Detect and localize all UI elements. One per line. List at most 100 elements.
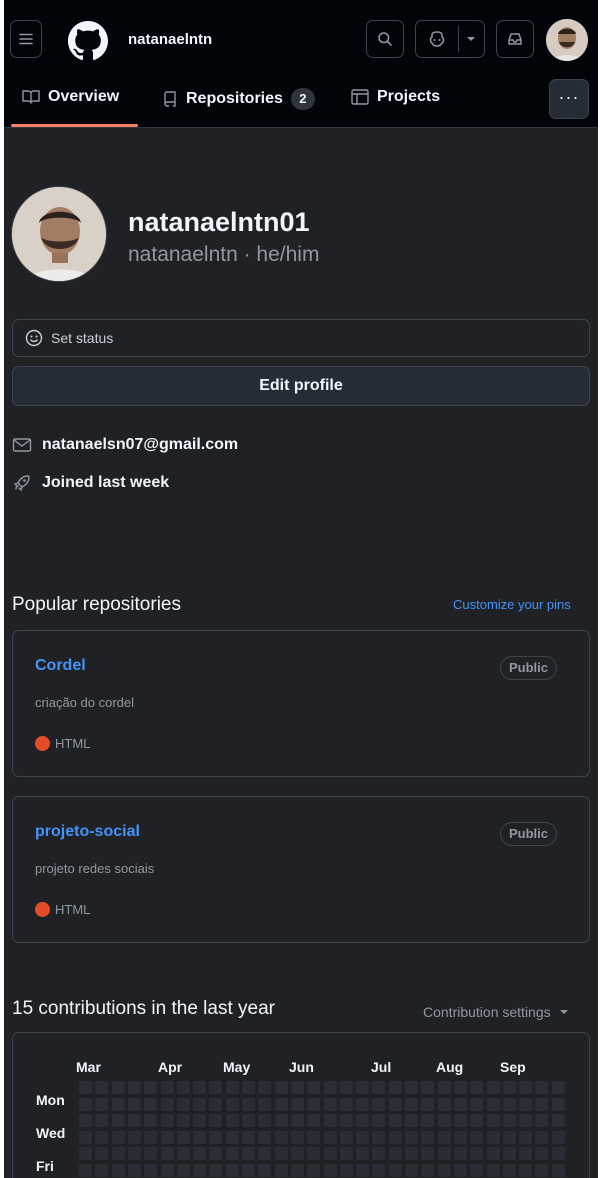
contribution-cell[interactable]: [356, 1081, 370, 1094]
tab-overview[interactable]: Overview: [22, 88, 119, 106]
contribution-cell[interactable]: [372, 1147, 386, 1160]
contribution-cell[interactable]: [258, 1097, 272, 1111]
contribution-cell[interactable]: [95, 1114, 109, 1127]
contribution-cell[interactable]: [193, 1163, 207, 1177]
contribution-cell[interactable]: [339, 1147, 353, 1160]
contribution-cell[interactable]: [323, 1163, 337, 1177]
contribution-cell[interactable]: [79, 1081, 92, 1094]
contribution-cell[interactable]: [242, 1130, 255, 1144]
contribution-cell[interactable]: [470, 1130, 484, 1144]
username-link[interactable]: natanaelntn: [128, 31, 212, 48]
contribution-cell[interactable]: [388, 1147, 402, 1160]
contribution-cell[interactable]: [274, 1114, 288, 1127]
contribution-cell[interactable]: [339, 1097, 353, 1111]
contribution-cell[interactable]: [339, 1081, 353, 1094]
contribution-cell[interactable]: [258, 1114, 272, 1127]
inbox-button[interactable]: [496, 20, 534, 58]
contribution-settings-dropdown[interactable]: Contribution settings: [423, 1004, 569, 1020]
contribution-cell[interactable]: [290, 1097, 304, 1111]
contribution-cell[interactable]: [193, 1097, 207, 1111]
contribution-cell[interactable]: [470, 1114, 484, 1127]
contribution-cell[interactable]: [470, 1147, 484, 1160]
contribution-cell[interactable]: [535, 1147, 549, 1160]
contribution-cell[interactable]: [127, 1081, 141, 1094]
contribution-cell[interactable]: [111, 1147, 125, 1160]
contribution-cell[interactable]: [127, 1130, 141, 1144]
contribution-cell[interactable]: [388, 1130, 402, 1144]
contribution-cell[interactable]: [519, 1097, 533, 1111]
contribution-cell[interactable]: [551, 1163, 565, 1177]
github-logo-icon[interactable]: [68, 21, 108, 61]
contribution-cell[interactable]: [551, 1147, 565, 1160]
contribution-cell[interactable]: [225, 1114, 239, 1127]
contribution-cell[interactable]: [405, 1114, 418, 1127]
contribution-cell[interactable]: [242, 1147, 255, 1160]
contribution-cell[interactable]: [421, 1130, 435, 1144]
contribution-cell[interactable]: [405, 1130, 418, 1144]
more-tabs-button[interactable]: ···: [549, 79, 589, 119]
contribution-cell[interactable]: [323, 1081, 337, 1094]
contribution-cell[interactable]: [111, 1130, 125, 1144]
contribution-cell[interactable]: [519, 1130, 533, 1144]
contribution-cell[interactable]: [421, 1147, 435, 1160]
contribution-cell[interactable]: [486, 1163, 500, 1177]
contribution-cell[interactable]: [307, 1147, 321, 1160]
contribution-cell[interactable]: [274, 1163, 288, 1177]
edit-profile-button[interactable]: Edit profile: [12, 366, 590, 406]
contribution-cell[interactable]: [209, 1097, 223, 1111]
contribution-cell[interactable]: [144, 1163, 158, 1177]
contribution-cell[interactable]: [502, 1130, 516, 1144]
contribution-cell[interactable]: [372, 1097, 386, 1111]
contribution-cell[interactable]: [356, 1130, 370, 1144]
contribution-cell[interactable]: [193, 1130, 207, 1144]
contribution-cell[interactable]: [127, 1097, 141, 1111]
contribution-cell[interactable]: [144, 1081, 158, 1094]
contribution-cell[interactable]: [127, 1147, 141, 1160]
contribution-cell[interactable]: [160, 1130, 174, 1144]
contribution-cell[interactable]: [79, 1130, 92, 1144]
contribution-cell[interactable]: [176, 1147, 190, 1160]
contribution-cell[interactable]: [437, 1081, 451, 1094]
contribution-cell[interactable]: [242, 1097, 255, 1111]
contribution-cell[interactable]: [258, 1163, 272, 1177]
tab-projects[interactable]: Projects: [351, 88, 440, 106]
set-status-button[interactable]: Set status: [12, 319, 590, 357]
contribution-cell[interactable]: [486, 1097, 500, 1111]
contribution-cell[interactable]: [307, 1097, 321, 1111]
contribution-cell[interactable]: [209, 1163, 223, 1177]
contribution-cell[interactable]: [209, 1147, 223, 1160]
contribution-cell[interactable]: [388, 1081, 402, 1094]
triangle-down-icon[interactable]: [466, 36, 476, 42]
contribution-cell[interactable]: [79, 1097, 92, 1111]
contribution-cell[interactable]: [307, 1114, 321, 1127]
contribution-cell[interactable]: [193, 1081, 207, 1094]
contribution-cell[interactable]: [193, 1147, 207, 1160]
contribution-cell[interactable]: [405, 1147, 418, 1160]
profile-avatar[interactable]: [11, 186, 107, 282]
contribution-cell[interactable]: [502, 1097, 516, 1111]
contribution-cell[interactable]: [323, 1097, 337, 1111]
contribution-cell[interactable]: [388, 1163, 402, 1177]
contribution-cell[interactable]: [453, 1081, 467, 1094]
contribution-cell[interactable]: [486, 1114, 500, 1127]
contribution-cell[interactable]: [95, 1163, 109, 1177]
contribution-cell[interactable]: [356, 1147, 370, 1160]
contribution-cell[interactable]: [535, 1114, 549, 1127]
contribution-cell[interactable]: [388, 1114, 402, 1127]
contribution-cell[interactable]: [519, 1163, 533, 1177]
contribution-cell[interactable]: [290, 1114, 304, 1127]
user-avatar[interactable]: [546, 19, 588, 61]
contribution-cell[interactable]: [225, 1130, 239, 1144]
contribution-cell[interactable]: [535, 1081, 549, 1094]
contribution-cell[interactable]: [535, 1097, 549, 1111]
repo-name-link[interactable]: projeto-social: [35, 823, 140, 841]
contribution-cell[interactable]: [551, 1097, 565, 1111]
contribution-cell[interactable]: [95, 1097, 109, 1111]
contribution-cell[interactable]: [274, 1147, 288, 1160]
contribution-cell[interactable]: [258, 1081, 272, 1094]
contribution-cell[interactable]: [176, 1114, 190, 1127]
contribution-cell[interactable]: [405, 1081, 418, 1094]
contribution-cell[interactable]: [160, 1097, 174, 1111]
contribution-cell[interactable]: [437, 1114, 451, 1127]
contribution-cell[interactable]: [437, 1097, 451, 1111]
